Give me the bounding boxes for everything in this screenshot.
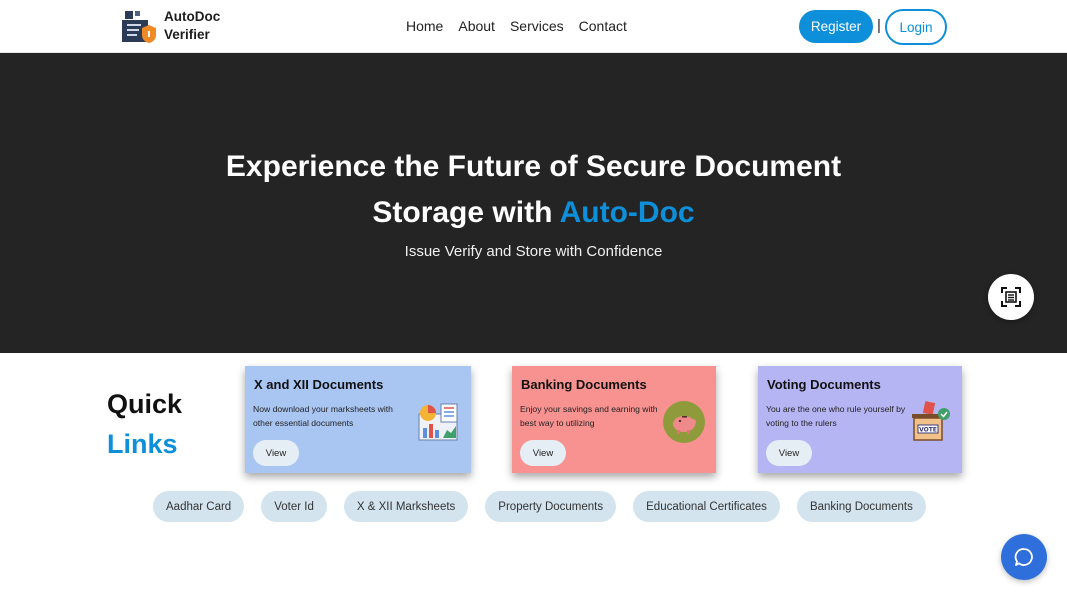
login-button[interactable]: Login	[885, 9, 947, 45]
scan-button[interactable]	[988, 274, 1034, 320]
view-button[interactable]: View	[766, 440, 812, 466]
chip-property-documents[interactable]: Property Documents	[485, 491, 617, 522]
ballot-box-icon: VOTE	[912, 401, 950, 441]
view-button[interactable]: View	[253, 440, 299, 466]
quick-links-title-line-1: Quick	[107, 389, 183, 419]
card-x-xii-documents: X and XII Documents Now download your ma…	[245, 366, 471, 473]
chat-button[interactable]	[1001, 534, 1047, 580]
document-chips: Aadhar Card Voter Id X & XII Marksheets …	[153, 491, 926, 522]
nav-separator: |	[877, 17, 881, 34]
register-button[interactable]: Register	[799, 10, 873, 43]
brand-line-2: Verifier	[164, 27, 210, 42]
card-title: X and XII Documents	[254, 377, 384, 392]
nav-contact[interactable]: Contact	[579, 18, 627, 34]
card-description: Enjoy your savings and earning with best…	[520, 404, 658, 428]
card-title: Voting Documents	[767, 377, 881, 392]
hero-section: Experience the Future of Secure Document…	[0, 53, 1067, 353]
nav-home[interactable]: Home	[406, 18, 443, 34]
chip-educational-certificates[interactable]: Educational Certificates	[633, 491, 780, 522]
hero-title-line-1: Experience the Future of Secure Document	[225, 150, 842, 183]
hero-title-line-2: Storage with	[372, 196, 553, 229]
card-description: Now download your marksheets with other …	[253, 404, 393, 428]
nav-services[interactable]: Services	[510, 18, 564, 34]
chip-voter-id[interactable]: Voter Id	[261, 491, 327, 522]
card-description: You are the one who rule yourself by vot…	[766, 404, 906, 428]
chat-bubble-icon	[1014, 548, 1033, 566]
nav-links: Home About Services Contact	[406, 18, 627, 34]
chart-report-icon	[418, 403, 458, 441]
document-shield-icon	[122, 11, 156, 43]
view-button[interactable]: View	[520, 440, 566, 466]
scan-document-icon	[1001, 287, 1021, 307]
brand-line-1: AutoDoc	[164, 9, 221, 24]
card-title: Banking Documents	[521, 377, 647, 392]
quick-links-title-line-2: Links	[107, 429, 178, 459]
svg-text:VOTE: VOTE	[919, 427, 937, 434]
card-voting-documents: Voting Documents You are the one who rul…	[758, 366, 962, 473]
hero-title: Experience the Future of Secure Document…	[0, 144, 1067, 236]
chip-banking-documents[interactable]: Banking Documents	[796, 491, 926, 522]
brand[interactable]: AutoDoc Verifier	[119, 8, 220, 44]
hero-subtitle: Issue Verify and Store with Confidence	[404, 243, 663, 260]
brand-name: AutoDoc Verifier	[164, 8, 220, 44]
piggy-bank-icon	[663, 401, 705, 443]
quick-links-title: Quick Links	[107, 384, 182, 464]
chip-marksheets[interactable]: X & XII Marksheets	[343, 491, 469, 522]
card-banking-documents: Banking Documents Enjoy your savings and…	[512, 366, 716, 473]
chip-aadhar-card[interactable]: Aadhar Card	[153, 491, 245, 522]
nav-about[interactable]: About	[458, 18, 495, 34]
navbar: AutoDoc Verifier Home About Services Con…	[0, 0, 1067, 53]
hero-title-accent: Auto-Doc	[559, 196, 695, 229]
